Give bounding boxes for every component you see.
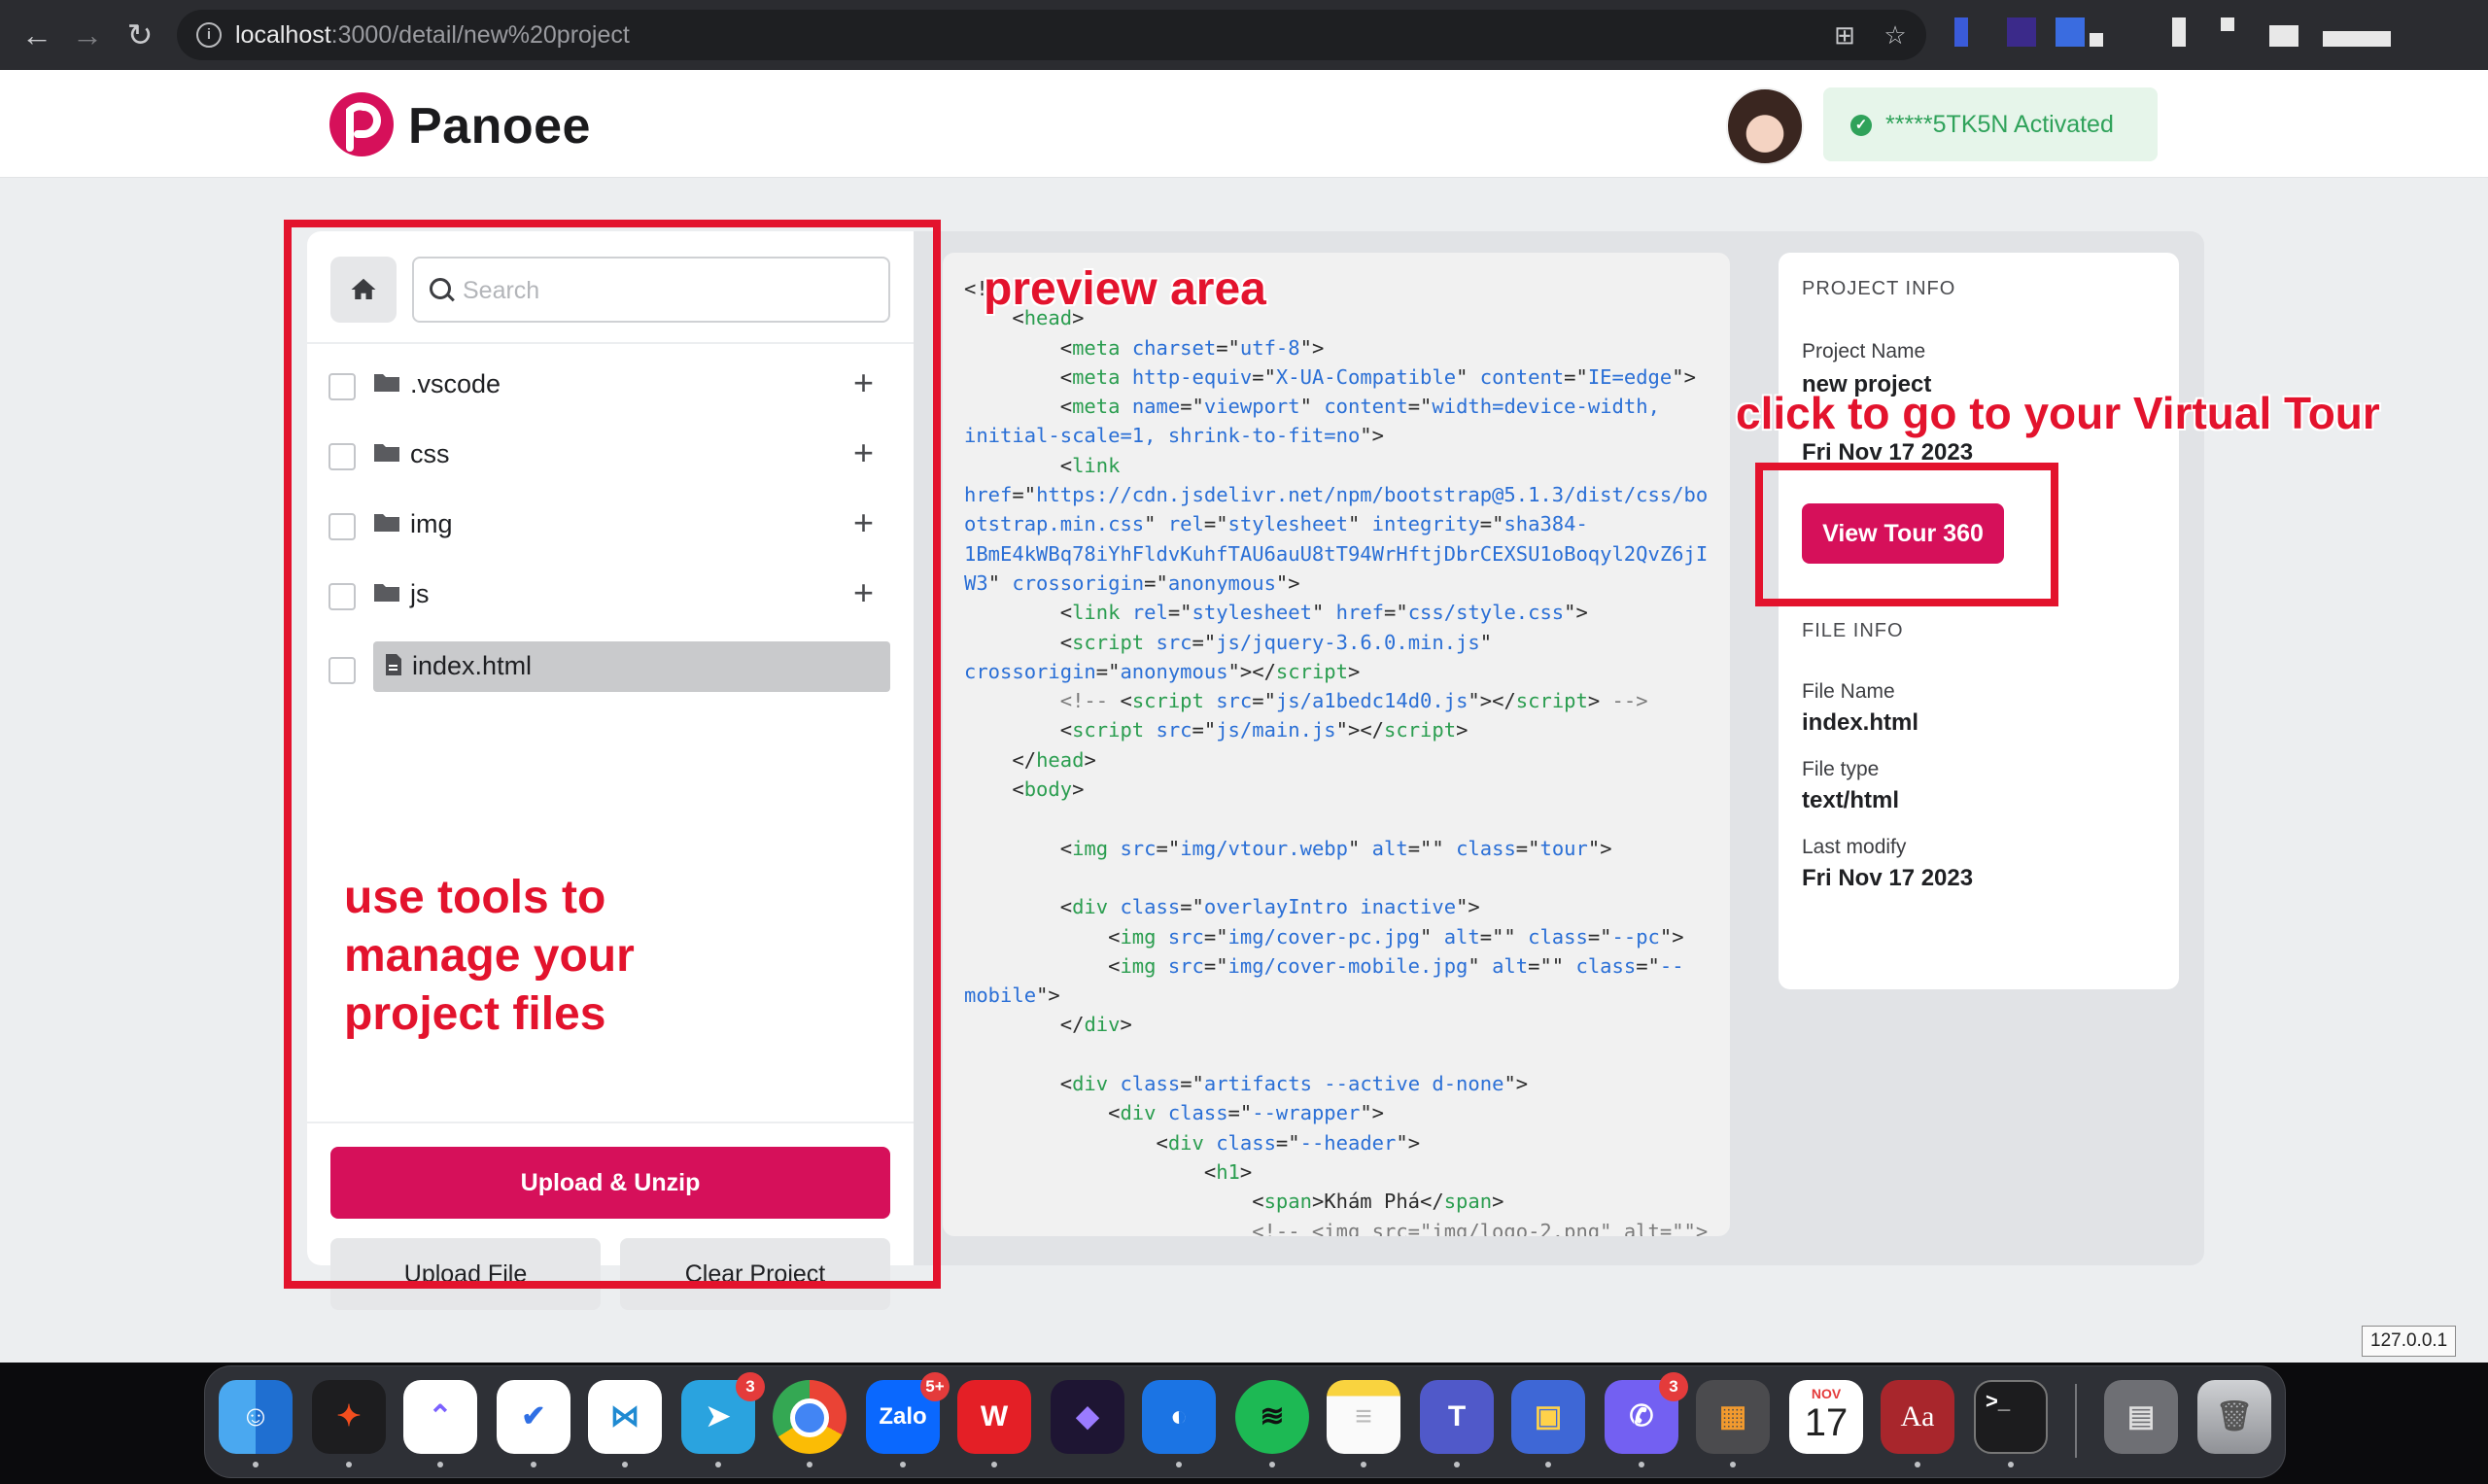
calendar-month: NOV	[1811, 1386, 1842, 1401]
ip-address-label: 127.0.0.1	[2362, 1326, 2457, 1357]
annotation-box-file-tools	[284, 220, 941, 1289]
trash-icon[interactable]: 🗑	[2197, 1380, 2271, 1454]
chrome-icon[interactable]	[773, 1380, 847, 1454]
running-indicator	[1730, 1462, 1736, 1467]
calendar-day: 17	[1804, 1401, 1849, 1444]
running-indicator	[437, 1462, 443, 1467]
panoee-logo-icon[interactable]	[328, 91, 395, 157]
annotation-virtual-tour: click to go to your Virtual Tour	[1736, 388, 2380, 438]
annotation-preview-area: preview area	[984, 263, 1266, 315]
back-icon[interactable]: ←	[16, 14, 58, 56]
finder-icon[interactable]: ☺	[219, 1380, 293, 1454]
viber-icon[interactable]: ✆ 3	[1605, 1372, 1688, 1454]
address-bar[interactable]: i localhost:3000/detail/new%20project ⊞ …	[177, 10, 1926, 60]
tasks-icon[interactable]: ✔	[497, 1380, 570, 1454]
figma-icon[interactable]: ✦	[312, 1380, 386, 1454]
project-name-label: Project Name	[1802, 340, 1926, 362]
check-circle-icon: ✓	[1850, 115, 1872, 136]
code-preview[interactable]: <! <head> <meta charset="utf-8"> <meta h…	[943, 253, 1730, 1236]
running-indicator	[1915, 1462, 1920, 1467]
app-header: Panoee ✓ *****5TK5N Activated	[0, 70, 2488, 178]
viber-badge: 3	[1659, 1372, 1688, 1401]
vscode-icon[interactable]: ⋈	[588, 1380, 662, 1454]
browser-toolbar: ← → ↻ i localhost:3000/detail/new%20proj…	[0, 0, 2488, 71]
obsidian-icon[interactable]: ◆	[1051, 1380, 1124, 1454]
running-indicator	[991, 1462, 997, 1467]
reload-icon[interactable]: ↻	[119, 14, 161, 56]
dictionary-icon[interactable]: Aa	[1881, 1380, 1954, 1454]
file-info-card: FILE INFO File Name index.html File type…	[1779, 595, 2179, 989]
wps-icon[interactable]: W	[957, 1380, 1031, 1454]
file-name-label: File Name	[1802, 680, 1895, 703]
notes-icon[interactable]: ≡	[1327, 1380, 1400, 1454]
running-indicator	[900, 1462, 906, 1467]
bookmark-star-icon[interactable]: ☆	[1880, 19, 1911, 51]
url-text: localhost:3000/detail/new%20project	[235, 21, 630, 49]
running-indicator	[346, 1462, 352, 1467]
running-indicator	[622, 1462, 628, 1467]
extensions-area[interactable]	[1939, 10, 2483, 60]
file-type-value: text/html	[1802, 787, 1900, 813]
zalo-badge: 5+	[920, 1372, 950, 1401]
clickup-icon[interactable]: ⌃	[403, 1380, 477, 1454]
project-info-title: PROJECT INFO	[1802, 278, 1956, 299]
site-info-icon[interactable]: i	[196, 22, 222, 48]
last-modify-value: Fri Nov 17 2023	[1802, 865, 1974, 891]
teams-icon[interactable]: T	[1420, 1380, 1494, 1454]
spotify-icon[interactable]: ≋	[1235, 1380, 1309, 1454]
page-content: Panoee ✓ *****5TK5N Activated .vscode + …	[0, 70, 2488, 1363]
running-indicator	[531, 1462, 536, 1467]
calendar-icon[interactable]: NOV 17	[1789, 1380, 1863, 1454]
forward-icon[interactable]: →	[66, 14, 109, 56]
license-status-badge: ✓ *****5TK5N Activated	[1823, 87, 2158, 161]
install-app-icon[interactable]: ⊞	[1829, 19, 1860, 51]
telegram-icon[interactable]: ➤ 3	[681, 1372, 765, 1454]
running-indicator	[1545, 1462, 1551, 1467]
code-content: <! <head> <meta charset="utf-8"> <meta h…	[964, 277, 1709, 1236]
running-indicator	[715, 1462, 721, 1467]
dock-separator	[2075, 1384, 2077, 1458]
calculator-icon[interactable]: ▦	[1696, 1380, 1770, 1454]
transmit-icon[interactable]: ▣	[1511, 1380, 1585, 1454]
running-indicator	[1639, 1462, 1644, 1467]
license-text: *****5TK5N Activated	[1885, 111, 2114, 138]
running-indicator	[1269, 1462, 1275, 1467]
file-type-label: File type	[1802, 758, 1880, 780]
annotation-box-view-tour	[1755, 463, 2058, 606]
logo-text[interactable]: Panoee	[408, 97, 591, 155]
url-path: :3000/detail/new%20project	[330, 21, 630, 49]
running-indicator	[1176, 1462, 1182, 1467]
terminal-icon[interactable]: >_	[1974, 1380, 2048, 1454]
macos-dock: ☺ ✦ ⌃ ✔ ⋈ ➤ 3 Zalo 5+ W ◆ ◐ ≋ ≡ T ▣ ✆ 3 …	[204, 1365, 2286, 1478]
running-indicator	[2008, 1462, 2014, 1467]
file-name-value: index.html	[1802, 709, 1919, 736]
user-avatar[interactable]	[1726, 87, 1804, 165]
running-indicator	[1361, 1462, 1366, 1467]
telegram-badge: 3	[736, 1372, 765, 1401]
annotation-tools-line-1: use tools to	[344, 872, 606, 923]
running-indicator	[253, 1462, 259, 1467]
running-indicator	[807, 1462, 812, 1467]
url-host: localhost	[235, 21, 331, 49]
downloads-stack-icon[interactable]: ▤	[2104, 1380, 2178, 1454]
annotation-tools: use tools to manage your project files	[344, 869, 635, 1044]
running-indicator	[1454, 1462, 1460, 1467]
last-modify-label: Last modify	[1802, 836, 1907, 858]
annotation-tools-line-2: manage your	[344, 930, 635, 982]
edge-icon[interactable]: ◐	[1142, 1380, 1216, 1454]
zalo-icon[interactable]: Zalo 5+	[866, 1372, 950, 1454]
file-info-title: FILE INFO	[1802, 620, 1904, 641]
annotation-tools-line-3: project files	[344, 988, 606, 1040]
